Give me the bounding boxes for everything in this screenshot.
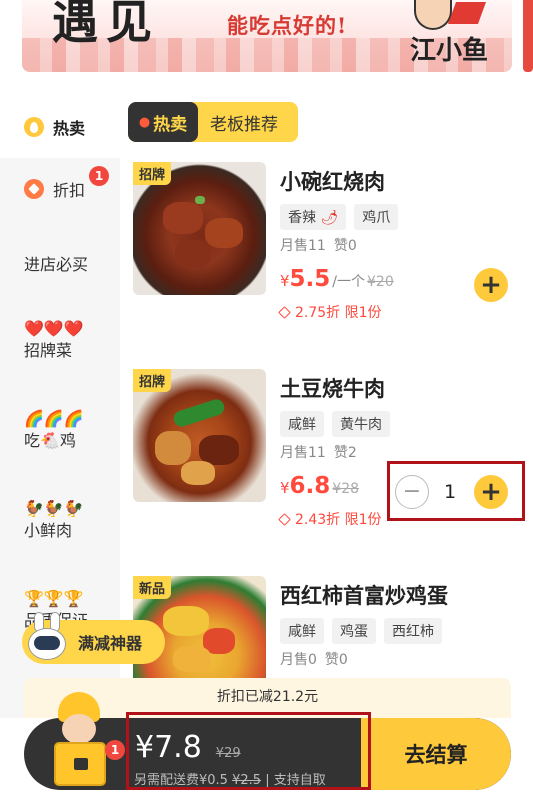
tab-boss-label: 老板推荐 [210, 114, 278, 135]
rooster-icon: 🐓🐓🐓 [24, 499, 84, 518]
hearts-icon: ❤️❤️❤️ [24, 319, 84, 338]
sidebar-item-chicken[interactable]: 🌈🌈🌈 吃🐔鸡 [24, 408, 84, 452]
product-chip: 咸鲜 [280, 411, 324, 437]
rainbow-icon: 🌈🌈🌈 [24, 409, 84, 428]
cart-total-highlight-box [126, 712, 371, 790]
tab-hot-label: 热卖 [153, 114, 188, 135]
product-chips: 咸鲜 黄牛肉 [280, 411, 398, 437]
sidebar-item-hot[interactable]: 热卖 [0, 96, 120, 158]
sidebar-item-fresh-meat[interactable]: 🐓🐓🐓 小鲜肉 [24, 498, 84, 542]
discount-tag-icon [278, 305, 291, 319]
banner-slogan: 能吃点好的! [227, 13, 348, 38]
decrease-quantity-button[interactable]: − [395, 475, 429, 509]
tab-hot[interactable]: ● 热卖 [128, 102, 198, 142]
product-name: 西红柿首富炒鸡蛋 [280, 584, 448, 608]
add-to-cart-button[interactable]: + [474, 268, 508, 302]
product-sales: 月售11 赞0 [280, 238, 357, 254]
flame-icon: ● [138, 114, 151, 130]
product-tag: 招牌 [133, 162, 172, 185]
product-price: ¥ 5.5 /一个 ¥20 [280, 266, 394, 292]
quantity-value: 1 [443, 481, 457, 503]
product-tag: 招牌 [133, 369, 172, 392]
product-chip: 香辣 🌶 [280, 204, 347, 230]
product-chips: 咸鲜 鸡蛋 西红柿 [280, 618, 450, 644]
robot-rabbit-icon [24, 612, 70, 664]
product-chip: 鸡爪 [354, 204, 399, 230]
promo-label: 满减神器 [78, 634, 143, 653]
section-tabbar: ● 热卖 老板推荐 [128, 102, 298, 142]
tab-boss-recommend[interactable]: 老板推荐 [210, 102, 278, 142]
product-chips: 香辣 🌶 鸡爪 [280, 204, 406, 230]
sidebar-item-label: 吃🐔鸡 [24, 431, 76, 450]
product-price: ¥ 6.8 ¥28 [280, 473, 360, 499]
shop-banner: 遇见 能吃点好的! 江小鱼 [22, 0, 512, 72]
product-discount: 2.43折 限1份 [278, 509, 382, 529]
product-chip: 咸鲜 [280, 618, 324, 644]
product-chip: 鸡蛋 [332, 618, 376, 644]
mascot-cape-icon [447, 2, 487, 24]
sidebar-item-signature[interactable]: ❤️❤️❤️ 招牌菜 [24, 318, 84, 362]
banner-edge [523, 0, 533, 72]
chili-icon: 🌶 [320, 210, 339, 226]
brand-logo-text: 江小鱼 [410, 36, 489, 66]
sidebar-item-label: 招牌菜 [24, 341, 73, 360]
mascot-icon [414, 0, 452, 30]
trophy-icon: 🏆🏆🏆 [24, 589, 84, 608]
product-sales: 月售11 赞2 [280, 445, 357, 461]
product-name: 小碗红烧肉 [280, 170, 385, 194]
sidebar-item-label: 小鲜肉 [24, 521, 73, 540]
sidebar-item-label: 热卖 [53, 119, 86, 138]
increase-quantity-button[interactable]: + [474, 475, 508, 509]
cart-count-badge: 1 [105, 740, 125, 760]
hot-icon [24, 117, 44, 137]
checkout-button[interactable]: 去结算 [361, 718, 511, 790]
product-name: 土豆烧牛肉 [280, 377, 385, 401]
product-sales: 月售0 赞0 [280, 652, 348, 668]
sidebar-item-label: 折扣 [53, 181, 86, 200]
banner-headline: 遇见 [52, 0, 160, 49]
discount-tag-icon [24, 179, 44, 199]
product-discount: 2.75折 限1份 [278, 302, 382, 322]
sidebar-discount-badge: 1 [89, 166, 109, 186]
product-tag: 新品 [133, 576, 172, 599]
product-chip: 黄牛肉 [332, 411, 390, 437]
sidebar-item-label: 进店必买 [24, 255, 89, 274]
discount-tag-icon [278, 512, 291, 526]
product-chip: 西红柿 [384, 618, 442, 644]
sidebar-item-must-buy[interactable]: 进店必买 [0, 232, 120, 294]
checkout-label: 去结算 [404, 743, 468, 767]
